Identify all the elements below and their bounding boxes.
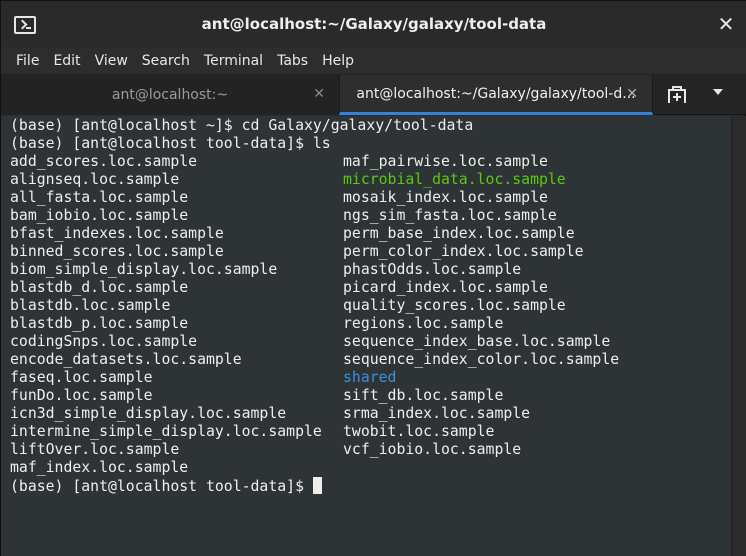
file-entry: liftOver.loc.sample xyxy=(10,441,180,458)
file-entry: microbial_data.loc.sample xyxy=(343,171,566,188)
file-entry: add_scores.loc.sample xyxy=(10,153,198,170)
file-entry: srma_index.loc.sample xyxy=(343,405,531,422)
file-entry: codingSnps.loc.sample xyxy=(10,333,198,350)
window-title: ant@localhost:~/Galaxy/galaxy/tool-data xyxy=(201,15,547,33)
file-entry: alignseq.loc.sample xyxy=(10,171,180,188)
menu-help[interactable]: Help xyxy=(315,47,361,75)
tab-label: ant@localhost:~ xyxy=(111,87,229,103)
prompt-text: (base) [ant@localhost tool-data]$ xyxy=(10,478,313,495)
file-entry: biom_simple_display.loc.sample xyxy=(10,261,278,278)
terminal-window: ant@localhost:~/Galaxy/galaxy/tool-data … xyxy=(0,0,746,556)
menu-terminal[interactable]: Terminal xyxy=(197,47,270,75)
ls-column-2: maf_pairwise.loc.sample microbial_data.lo… xyxy=(343,153,703,477)
terminal-icon xyxy=(14,16,36,34)
menu-tabs[interactable]: Tabs xyxy=(270,47,315,75)
chevron-down-icon[interactable] xyxy=(713,89,723,95)
menu-file[interactable]: File xyxy=(1,47,46,75)
menu-view[interactable]: View xyxy=(88,47,135,75)
file-entry: twobit.loc.sample xyxy=(343,423,495,440)
command-line: (base) [ant@localhost tool-data]$ ls xyxy=(10,135,331,152)
ls-column-1: add_scores.loc.sample alignseq.loc.sample… xyxy=(10,153,343,477)
file-entry: intermine_simple_display.loc.sample xyxy=(10,423,322,440)
file-entry: sift_db.loc.sample xyxy=(343,387,504,404)
menu-bar: File Edit View Search Terminal Tabs Help xyxy=(1,47,746,75)
ls-listing: add_scores.loc.sample alignseq.loc.sample… xyxy=(10,153,731,477)
tab-bar: ant@localhost:~ ✕ ant@localhost:~/Galaxy… xyxy=(1,75,746,115)
prompt-line: (base) [ant@localhost tool-data]$ xyxy=(10,477,731,495)
menu-search[interactable]: Search xyxy=(135,47,197,75)
directory-entry: shared xyxy=(343,369,397,386)
file-entry: quality_scores.loc.sample xyxy=(343,297,566,314)
file-entry: binned_scores.loc.sample xyxy=(10,243,224,260)
file-entry: sequence_index_base.loc.sample xyxy=(343,333,611,350)
file-entry: phastOdds.loc.sample xyxy=(343,261,522,278)
scrollbar[interactable] xyxy=(731,116,746,556)
file-entry: perm_color_index.loc.sample xyxy=(343,243,584,260)
text-cursor xyxy=(312,477,322,494)
file-entry: bam_iobio.loc.sample xyxy=(10,207,189,224)
file-entry: vcf_iobio.loc.sample xyxy=(343,441,522,458)
menu-edit[interactable]: Edit xyxy=(46,47,87,75)
file-entry: faseq.loc.sample xyxy=(10,369,153,386)
tab-home[interactable]: ant@localhost:~ ✕ xyxy=(1,75,339,115)
file-entry: maf_pairwise.loc.sample xyxy=(343,153,548,170)
tab-label: ant@localhost:~/Galaxy/galaxy/tool-d... xyxy=(356,85,636,102)
file-entry: icn3d_simple_display.loc.sample xyxy=(10,405,287,422)
file-entry: ngs_sim_fasta.loc.sample xyxy=(343,207,557,224)
title-bar[interactable]: ant@localhost:~/Galaxy/galaxy/tool-data … xyxy=(1,1,746,47)
command-line: (base) [ant@localhost ~]$ cd Galaxy/gala… xyxy=(10,117,474,134)
file-entry: perm_base_index.loc.sample xyxy=(343,225,575,242)
file-entry: all_fasta.loc.sample xyxy=(10,189,189,206)
file-entry: encode_datasets.loc.sample xyxy=(10,351,242,368)
file-entry: regions.loc.sample xyxy=(343,315,504,332)
file-entry: blastdb.loc.sample xyxy=(10,297,171,314)
file-entry: mosaik_index.loc.sample xyxy=(343,189,548,206)
file-entry: blastdb_d.loc.sample xyxy=(10,279,189,296)
file-entry: picard_index.loc.sample xyxy=(343,279,548,296)
terminal-output[interactable]: (base) [ant@localhost ~]$ cd Galaxy/gala… xyxy=(1,116,731,556)
tab-tool-data[interactable]: ant@localhost:~/Galaxy/galaxy/tool-d... … xyxy=(339,75,653,115)
file-entry: bfast_indexes.loc.sample xyxy=(10,225,224,242)
close-window-button[interactable]: ✕ xyxy=(715,13,737,35)
file-entry: sequence_index_color.loc.sample xyxy=(343,351,620,368)
file-entry: blastdb_p.loc.sample xyxy=(10,315,189,332)
file-entry: maf_index.loc.sample xyxy=(10,459,189,476)
file-entry: funDo.loc.sample xyxy=(10,387,153,404)
tab-close-icon[interactable]: ✕ xyxy=(626,86,638,102)
new-tab-icon[interactable] xyxy=(665,83,689,107)
tab-close-icon[interactable]: ✕ xyxy=(313,86,325,102)
